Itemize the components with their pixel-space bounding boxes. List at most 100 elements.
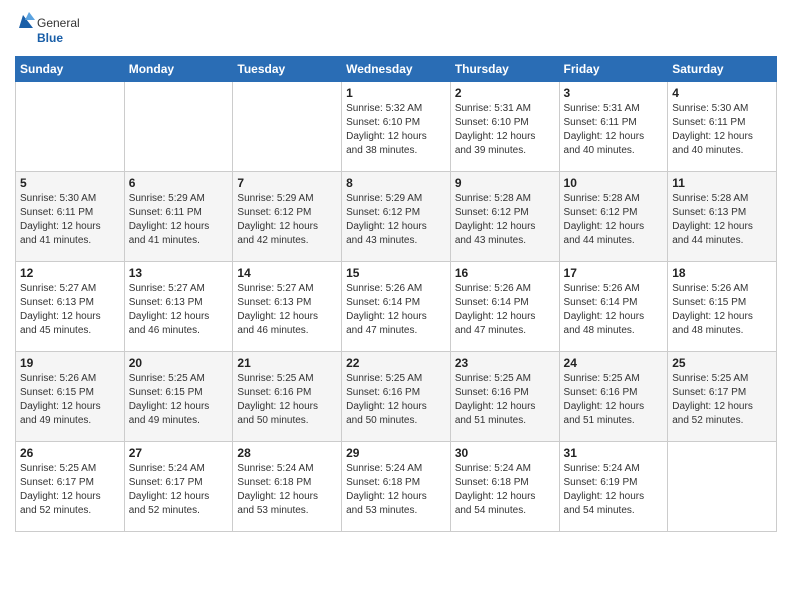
day-info: Sunrise: 5:27 AMSunset: 6:13 PMDaylight:… — [129, 282, 229, 338]
day-info: Sunrise: 5:25 AMSunset: 6:16 PMDaylight:… — [346, 372, 446, 428]
day-number: 10 — [564, 176, 664, 190]
day-number: 7 — [237, 176, 337, 190]
day-info: Sunrise: 5:27 AMSunset: 6:13 PMDaylight:… — [20, 282, 120, 338]
day-info: Sunrise: 5:25 AMSunset: 6:17 PMDaylight:… — [672, 372, 772, 428]
page-header: General Blue — [15, 10, 777, 50]
calendar-cell: 12Sunrise: 5:27 AMSunset: 6:13 PMDayligh… — [16, 262, 125, 352]
week-row-3: 12Sunrise: 5:27 AMSunset: 6:13 PMDayligh… — [16, 262, 777, 352]
weekday-header-saturday: Saturday — [668, 57, 777, 82]
calendar-cell: 6 Sunrise: 5:29 AMSunset: 6:11 PMDaylight… — [124, 172, 233, 262]
day-number: 25 — [672, 356, 772, 370]
calendar-cell — [668, 442, 777, 532]
day-info: Sunrise: 5:27 AMSunset: 6:13 PMDaylight:… — [237, 282, 337, 338]
calendar-cell: 13 Sunrise: 5:27 AMSunset: 6:13 PMDayligh… — [124, 262, 233, 352]
day-info: Sunrise: 5:25 AMSunset: 6:16 PMDaylight:… — [564, 372, 664, 428]
calendar-cell: 31 Sunrise: 5:24 AMSunset: 6:19 PMDayligh… — [559, 442, 668, 532]
weekday-header-tuesday: Tuesday — [233, 57, 342, 82]
calendar-cell: 24Sunrise: 5:25 AMSunset: 6:16 PMDayligh… — [559, 352, 668, 442]
calendar-cell: 19 Sunrise: 5:26 AMSunset: 6:15 PMDayligh… — [16, 352, 125, 442]
day-number: 6 — [129, 176, 229, 190]
day-number: 23 — [455, 356, 555, 370]
weekday-header-row: SundayMondayTuesdayWednesdayThursdayFrid… — [16, 57, 777, 82]
day-number: 19 — [20, 356, 120, 370]
calendar-header: SundayMondayTuesdayWednesdayThursdayFrid… — [16, 57, 777, 82]
day-info: Sunrise: 5:29 AMSunset: 6:11 PMDaylight:… — [129, 192, 229, 248]
calendar-cell: 17 Sunrise: 5:26 AMSunset: 6:14 PMDayligh… — [559, 262, 668, 352]
day-info: Sunrise: 5:28 AMSunset: 6:12 PMDaylight:… — [455, 192, 555, 248]
day-info: Sunrise: 5:29 AMSunset: 6:12 PMDaylight:… — [346, 192, 446, 248]
day-number: 11 — [672, 176, 772, 190]
calendar-cell: 23 Sunrise: 5:25 AMSunset: 6:16 PMDayligh… — [450, 352, 559, 442]
calendar-cell: 3 Sunrise: 5:31 AMSunset: 6:11 PMDaylight… — [559, 82, 668, 172]
day-number: 13 — [129, 266, 229, 280]
calendar-cell: 7Sunrise: 5:29 AMSunset: 6:12 PMDaylight… — [233, 172, 342, 262]
day-info: Sunrise: 5:25 AMSunset: 6:15 PMDaylight:… — [129, 372, 229, 428]
calendar-cell: 1Sunrise: 5:32 AMSunset: 6:10 PMDaylight… — [342, 82, 451, 172]
weekday-header-friday: Friday — [559, 57, 668, 82]
calendar-cell: 9 Sunrise: 5:28 AMSunset: 6:12 PMDaylight… — [450, 172, 559, 262]
day-number: 22 — [346, 356, 446, 370]
day-number: 16 — [455, 266, 555, 280]
day-number: 26 — [20, 446, 120, 460]
week-row-5: 26 Sunrise: 5:25 AMSunset: 6:17 PMDayligh… — [16, 442, 777, 532]
day-info: Sunrise: 5:31 AMSunset: 6:11 PMDaylight:… — [564, 102, 664, 158]
day-number: 14 — [237, 266, 337, 280]
calendar-cell — [233, 82, 342, 172]
day-number: 4 — [672, 86, 772, 100]
calendar-cell: 25 Sunrise: 5:25 AMSunset: 6:17 PMDayligh… — [668, 352, 777, 442]
day-info: Sunrise: 5:25 AMSunset: 6:17 PMDaylight:… — [20, 462, 120, 518]
day-number: 3 — [564, 86, 664, 100]
calendar-cell: 11 Sunrise: 5:28 AMSunset: 6:13 PMDayligh… — [668, 172, 777, 262]
day-number: 20 — [129, 356, 229, 370]
calendar-cell: 8 Sunrise: 5:29 AMSunset: 6:12 PMDaylight… — [342, 172, 451, 262]
weekday-header-sunday: Sunday — [16, 57, 125, 82]
day-info: Sunrise: 5:28 AMSunset: 6:13 PMDaylight:… — [672, 192, 772, 248]
calendar-cell: 2 Sunrise: 5:31 AMSunset: 6:10 PMDaylight… — [450, 82, 559, 172]
calendar-table: SundayMondayTuesdayWednesdayThursdayFrid… — [15, 56, 777, 532]
day-info: Sunrise: 5:31 AMSunset: 6:10 PMDaylight:… — [455, 102, 555, 158]
logo-svg: General Blue — [15, 10, 85, 50]
week-row-4: 19 Sunrise: 5:26 AMSunset: 6:15 PMDayligh… — [16, 352, 777, 442]
calendar-body: 1Sunrise: 5:32 AMSunset: 6:10 PMDaylight… — [16, 82, 777, 532]
day-info: Sunrise: 5:28 AMSunset: 6:12 PMDaylight:… — [564, 192, 664, 248]
day-info: Sunrise: 5:24 AMSunset: 6:18 PMDaylight:… — [237, 462, 337, 518]
weekday-header-monday: Monday — [124, 57, 233, 82]
day-info: Sunrise: 5:24 AMSunset: 6:19 PMDaylight:… — [564, 462, 664, 518]
day-info: Sunrise: 5:25 AMSunset: 6:16 PMDaylight:… — [237, 372, 337, 428]
day-number: 27 — [129, 446, 229, 460]
svg-text:General: General — [37, 16, 80, 30]
calendar-cell — [16, 82, 125, 172]
calendar-cell: 4Sunrise: 5:30 AMSunset: 6:11 PMDaylight… — [668, 82, 777, 172]
day-info: Sunrise: 5:26 AMSunset: 6:14 PMDaylight:… — [564, 282, 664, 338]
day-number: 17 — [564, 266, 664, 280]
day-number: 15 — [346, 266, 446, 280]
calendar-cell: 27 Sunrise: 5:24 AMSunset: 6:17 PMDayligh… — [124, 442, 233, 532]
day-info: Sunrise: 5:24 AMSunset: 6:18 PMDaylight:… — [346, 462, 446, 518]
day-number: 31 — [564, 446, 664, 460]
calendar-cell: 28Sunrise: 5:24 AMSunset: 6:18 PMDayligh… — [233, 442, 342, 532]
day-number: 29 — [346, 446, 446, 460]
calendar-cell: 26 Sunrise: 5:25 AMSunset: 6:17 PMDayligh… — [16, 442, 125, 532]
day-number: 1 — [346, 86, 446, 100]
day-number: 9 — [455, 176, 555, 190]
day-info: Sunrise: 5:26 AMSunset: 6:15 PMDaylight:… — [20, 372, 120, 428]
day-number: 18 — [672, 266, 772, 280]
day-number: 5 — [20, 176, 120, 190]
day-info: Sunrise: 5:26 AMSunset: 6:15 PMDaylight:… — [672, 282, 772, 338]
day-info: Sunrise: 5:24 AMSunset: 6:17 PMDaylight:… — [129, 462, 229, 518]
calendar-cell: 18 Sunrise: 5:26 AMSunset: 6:15 PMDayligh… — [668, 262, 777, 352]
weekday-header-thursday: Thursday — [450, 57, 559, 82]
calendar-cell: 20 Sunrise: 5:25 AMSunset: 6:15 PMDayligh… — [124, 352, 233, 442]
day-number: 21 — [237, 356, 337, 370]
week-row-1: 1Sunrise: 5:32 AMSunset: 6:10 PMDaylight… — [16, 82, 777, 172]
day-number: 8 — [346, 176, 446, 190]
calendar-cell: 15 Sunrise: 5:26 AMSunset: 6:14 PMDayligh… — [342, 262, 451, 352]
day-info: Sunrise: 5:25 AMSunset: 6:16 PMDaylight:… — [455, 372, 555, 428]
logo: General Blue — [15, 10, 85, 50]
day-info: Sunrise: 5:26 AMSunset: 6:14 PMDaylight:… — [346, 282, 446, 338]
calendar-cell — [124, 82, 233, 172]
calendar-cell: 29 Sunrise: 5:24 AMSunset: 6:18 PMDayligh… — [342, 442, 451, 532]
day-number: 2 — [455, 86, 555, 100]
calendar-cell: 14 Sunrise: 5:27 AMSunset: 6:13 PMDayligh… — [233, 262, 342, 352]
calendar-cell: 5Sunrise: 5:30 AMSunset: 6:11 PMDaylight… — [16, 172, 125, 262]
